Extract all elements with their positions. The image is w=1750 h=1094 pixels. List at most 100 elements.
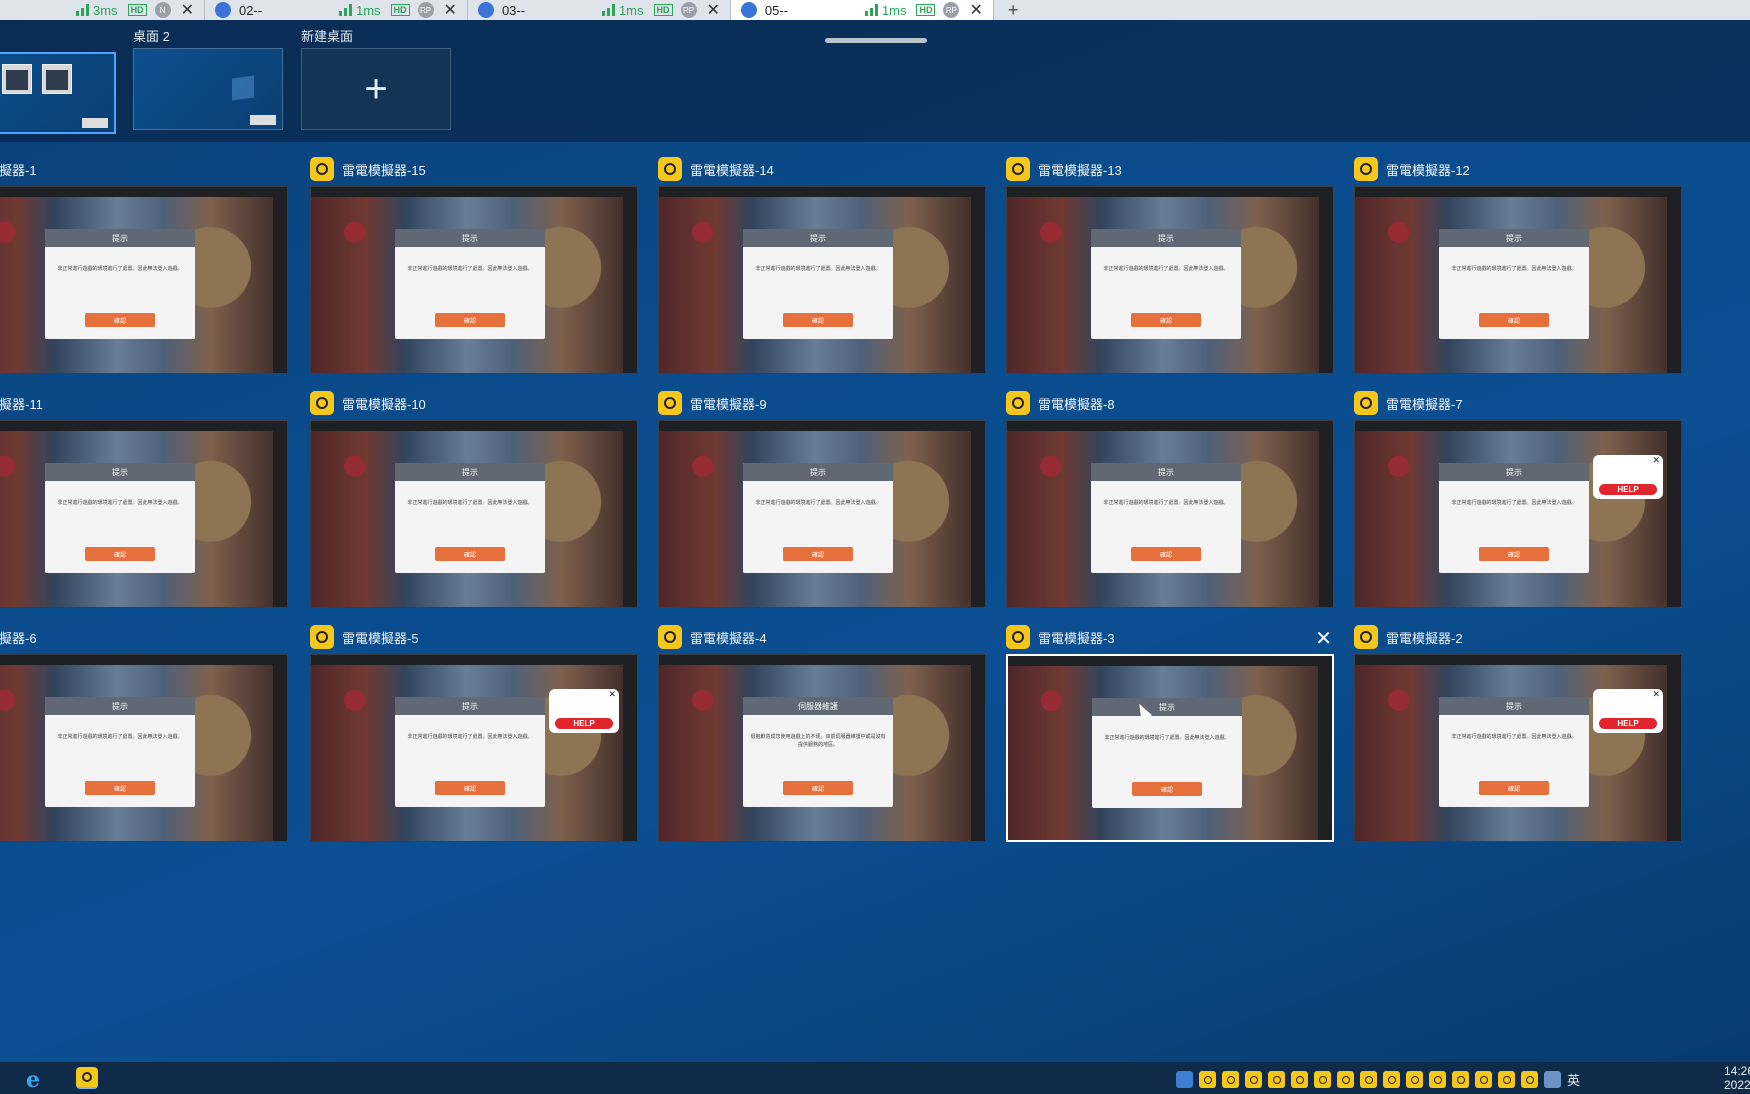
dialog-confirm-button[interactable]: 確認 bbox=[1479, 781, 1549, 795]
window-card[interactable]: 雷电模擬器-1 提示非正常進行遊戲的環境進行了處置。因此無法登入遊戲。確認 bbox=[0, 156, 290, 386]
window-thumbnail[interactable]: 提示 非正常進行遊戲的環境進行了處置。因此無法登入遊戲。 確認 bbox=[1006, 186, 1334, 374]
dialog-confirm-button[interactable]: 確認 bbox=[435, 781, 505, 795]
new-desktop[interactable]: 新建桌面 + bbox=[301, 26, 451, 130]
dialog-title: 提示 bbox=[395, 463, 545, 481]
desktop-2[interactable]: 桌面 2 bbox=[133, 26, 283, 130]
new-tab-button[interactable]: + bbox=[994, 0, 1033, 21]
close-tab-icon[interactable]: ✕ bbox=[707, 0, 720, 20]
new-desktop-button[interactable]: + bbox=[301, 48, 451, 130]
window-card[interactable]: 雷電模擬器-9 提示 非正常進行遊戲的環境進行了處置。因此無法登入遊戲。 確認 bbox=[658, 390, 988, 620]
window-thumbnail[interactable]: 提示 非正常進行遊戲的環境進行了處置。因此無法登入遊戲。 確認 bbox=[0, 186, 288, 374]
ldplayer-tray-icon[interactable] bbox=[1452, 1071, 1469, 1088]
dialog-confirm-button[interactable]: 確認 bbox=[435, 547, 505, 561]
window-card[interactable]: 雷電模擬器-7 提示 非正常進行遊戲的環境進行了處置。因此無法登入遊戲。 確認 ✕ HEL… bbox=[1354, 390, 1684, 620]
hd-badge: HD bbox=[127, 4, 147, 16]
ldplayer-tray-icon[interactable] bbox=[1268, 1071, 1285, 1088]
ldplayer-tray-icon[interactable] bbox=[1291, 1071, 1308, 1088]
game-dialog: 提示 非正常進行遊戲的環境進行了處置。因此無法登入遊戲。 確認 bbox=[1439, 697, 1589, 807]
window-thumbnail[interactable]: 提示 非正常進行遊戲的環境進行了處置。因此無法登入遊戲。 確認 bbox=[658, 186, 986, 374]
edge-browser-icon[interactable]: e bbox=[26, 1067, 40, 1093]
dialog-message: 非正常進行遊戲的環境進行了處置。因此無法登入遊戲。 bbox=[407, 266, 533, 272]
ldplayer-tray-icon[interactable] bbox=[1245, 1071, 1262, 1088]
window-thumbnail[interactable]: 提示 非正常進行遊戲的環境進行了處置。因此無法登入遊戲。 確認 bbox=[658, 420, 986, 608]
window-card[interactable]: 雷電模擬器-3 ✕ 提示 非正常進行遊戲的環境進行了處置。因此無法登入遊戲。 確認 bbox=[1006, 624, 1336, 854]
close-popup-icon[interactable]: ✕ bbox=[1652, 455, 1660, 466]
dialog-confirm-button[interactable]: 確認 bbox=[783, 547, 853, 561]
window-card-header: 雷電模擬器-5 bbox=[310, 624, 419, 650]
ldplayer-tray-icon[interactable] bbox=[1498, 1071, 1515, 1088]
ldplayer-tray-icon[interactable] bbox=[1222, 1071, 1239, 1088]
close-tab-icon[interactable]: ✕ bbox=[181, 0, 194, 20]
tab-02[interactable]: 02-- 1ms HD RP ✕ bbox=[205, 0, 468, 20]
window-thumbnail[interactable]: 提示 非正常進行遊戲的環境進行了處置。因此無法登入遊戲。 確認 bbox=[1354, 186, 1682, 374]
window-card[interactable]: 雷電模擬器-13 提示 非正常進行遊戲的環境進行了處置。因此無法登入遊戲。 確認 bbox=[1006, 156, 1336, 386]
close-window-icon[interactable]: ✕ bbox=[1315, 626, 1332, 651]
ldplayer-taskbar-icon[interactable] bbox=[76, 1067, 98, 1089]
ldplayer-tray-icon[interactable] bbox=[1199, 1071, 1216, 1088]
dialog-confirm-button[interactable]: 確認 bbox=[1131, 313, 1201, 327]
ping-indicator: 1ms bbox=[601, 3, 644, 18]
ldplayer-tray-icon[interactable] bbox=[1383, 1071, 1400, 1088]
window-card[interactable]: 雷電模擬器-2 提示 非正常進行遊戲的環境進行了處置。因此無法登入遊戲。 確認 ✕ HEL… bbox=[1354, 624, 1684, 854]
ldplayer-tray-icon[interactable] bbox=[1475, 1071, 1492, 1088]
desktop-thumbnail[interactable] bbox=[133, 48, 283, 130]
ldplayer-tray-icon[interactable] bbox=[1406, 1071, 1423, 1088]
dialog-confirm-button[interactable]: 確認 bbox=[1479, 547, 1549, 561]
dialog-confirm-button[interactable]: 確認 bbox=[783, 313, 853, 327]
close-popup-icon[interactable]: ✕ bbox=[608, 689, 616, 700]
window-thumbnail[interactable]: 提示 非正常進行遊戲的環境進行了處置。因此無法登入遊戲。 確認 bbox=[0, 654, 288, 842]
window-card[interactable]: 雷电模擬器-11 提示非正常進行遊戲的環境進行了處置。因此無法登入遊戲。確認 bbox=[0, 390, 290, 620]
dialog-confirm-button[interactable]: 確認 bbox=[85, 547, 155, 561]
help-button[interactable]: HELP bbox=[1599, 484, 1657, 495]
ldplayer-tray-icon[interactable] bbox=[1429, 1071, 1446, 1088]
window-thumbnail[interactable]: 提示 非正常進行遊戲的環境進行了處置。因此無法登入遊戲。 確認 bbox=[310, 420, 638, 608]
window-thumbnail[interactable]: 提示 非正常進行遊戲的環境進行了處置。因此無法登入遊戲。 確認 ✕ HELP bbox=[1354, 654, 1682, 842]
emulator-sidebar bbox=[273, 431, 287, 607]
window-card[interactable]: 雷電模擬器-8 提示 非正常進行遊戲的環境進行了處置。因此無法登入遊戲。 確認 bbox=[1006, 390, 1336, 620]
network-tray-icon[interactable] bbox=[1544, 1071, 1561, 1088]
dialog-confirm-button[interactable]: 確認 bbox=[85, 781, 155, 795]
app-tray-icon[interactable] bbox=[1176, 1071, 1193, 1088]
emulator-sidebar bbox=[1319, 431, 1333, 607]
window-thumbnail[interactable]: 提示 非正常進行遊戲的環境進行了處置。因此無法登入遊戲。 確認 bbox=[1006, 420, 1334, 608]
ime-indicator[interactable]: 英 bbox=[1567, 1070, 1580, 1089]
desktop-thumbnail[interactable] bbox=[0, 52, 116, 134]
tab-01[interactable]: 3ms HD N ✕ bbox=[0, 0, 205, 20]
close-tab-icon[interactable]: ✕ bbox=[969, 0, 982, 20]
ldplayer-tray-icon[interactable] bbox=[1314, 1071, 1331, 1088]
desktop-1[interactable] bbox=[0, 52, 116, 134]
dialog-confirm-button[interactable]: 確認 bbox=[1479, 313, 1549, 327]
tab-03[interactable]: 03-- 1ms HD RP ✕ bbox=[468, 0, 731, 20]
window-card[interactable]: 雷电模擬器-6 提示非正常進行遊戲的環境進行了處置。因此無法登入遊戲。確認 bbox=[0, 624, 290, 854]
dialog-confirm-button[interactable]: 確認 bbox=[1132, 782, 1202, 796]
mini-window bbox=[2, 64, 32, 94]
window-card[interactable]: 雷電模擬器-12 提示 非正常進行遊戲的環境進行了處置。因此無法登入遊戲。 確認 bbox=[1354, 156, 1684, 386]
emulator-sidebar bbox=[971, 197, 985, 373]
dialog-confirm-button[interactable]: 確認 bbox=[435, 313, 505, 327]
window-thumbnail[interactable]: 提示 非正常進行遊戲的環境進行了處置。因此無法登入遊戲。 確認 ✕ HELP bbox=[310, 654, 638, 842]
dialog-confirm-button[interactable]: 確認 bbox=[783, 781, 853, 795]
dialog-confirm-button[interactable]: 確認 bbox=[1131, 547, 1201, 561]
window-card[interactable]: 雷電模擬器-10 提示 非正常進行遊戲的環境進行了處置。因此無法登入遊戲。 確認 bbox=[310, 390, 640, 620]
window-thumbnail[interactable]: 提示 非正常進行遊戲的環境進行了處置。因此無法登入遊戲。 確認 bbox=[310, 186, 638, 374]
window-card[interactable]: 雷電模擬器-14 提示 非正常進行遊戲的環境進行了處置。因此無法登入遊戲。 確認 bbox=[658, 156, 988, 386]
help-button[interactable]: HELP bbox=[555, 718, 613, 729]
clock[interactable]: 14:26 2022/ bbox=[1724, 1064, 1750, 1092]
ldplayer-tray-icon[interactable] bbox=[1360, 1071, 1377, 1088]
window-thumbnail[interactable]: 提示 非正常進行遊戲的環境進行了處置。因此無法登入遊戲。 確認 bbox=[0, 420, 288, 608]
window-card[interactable]: 雷電模擬器-4 伺服器維護 很抱歉造成您使用遊戲上的不便。目前伺服器維護中或是沒有提… bbox=[658, 624, 988, 854]
ldplayer-tray-icon[interactable] bbox=[1521, 1071, 1538, 1088]
window-thumbnail[interactable]: 提示 非正常進行遊戲的環境進行了處置。因此無法登入遊戲。 確認 ✕ HELP bbox=[1354, 420, 1682, 608]
drag-handle[interactable] bbox=[825, 38, 927, 43]
window-card[interactable]: 雷電模擬器-5 提示 非正常進行遊戲的環境進行了處置。因此無法登入遊戲。 確認 ✕ HEL… bbox=[310, 624, 640, 854]
window-thumbnail[interactable]: 提示 非正常進行遊戲的環境進行了處置。因此無法登入遊戲。 確認 bbox=[1006, 654, 1334, 842]
window-card[interactable]: 雷電模擬器-15 提示 非正常進行遊戲的環境進行了處置。因此無法登入遊戲。 確認 bbox=[310, 156, 640, 386]
dialog-confirm-button[interactable]: 確認 bbox=[85, 313, 155, 327]
tab-05[interactable]: 05-- 1ms HD RP ✕ bbox=[730, 0, 994, 20]
ldplayer-tray-icon[interactable] bbox=[1337, 1071, 1354, 1088]
close-tab-icon[interactable]: ✕ bbox=[444, 0, 457, 20]
close-popup-icon[interactable]: ✕ bbox=[1652, 689, 1660, 700]
window-thumbnail[interactable]: 伺服器維護 很抱歉造成您使用遊戲上的不便。目前伺服器維護中或是沒有提供服務的地區。… bbox=[658, 654, 986, 842]
dialog-title: 提示 bbox=[743, 463, 893, 481]
help-button[interactable]: HELP bbox=[1599, 718, 1657, 729]
